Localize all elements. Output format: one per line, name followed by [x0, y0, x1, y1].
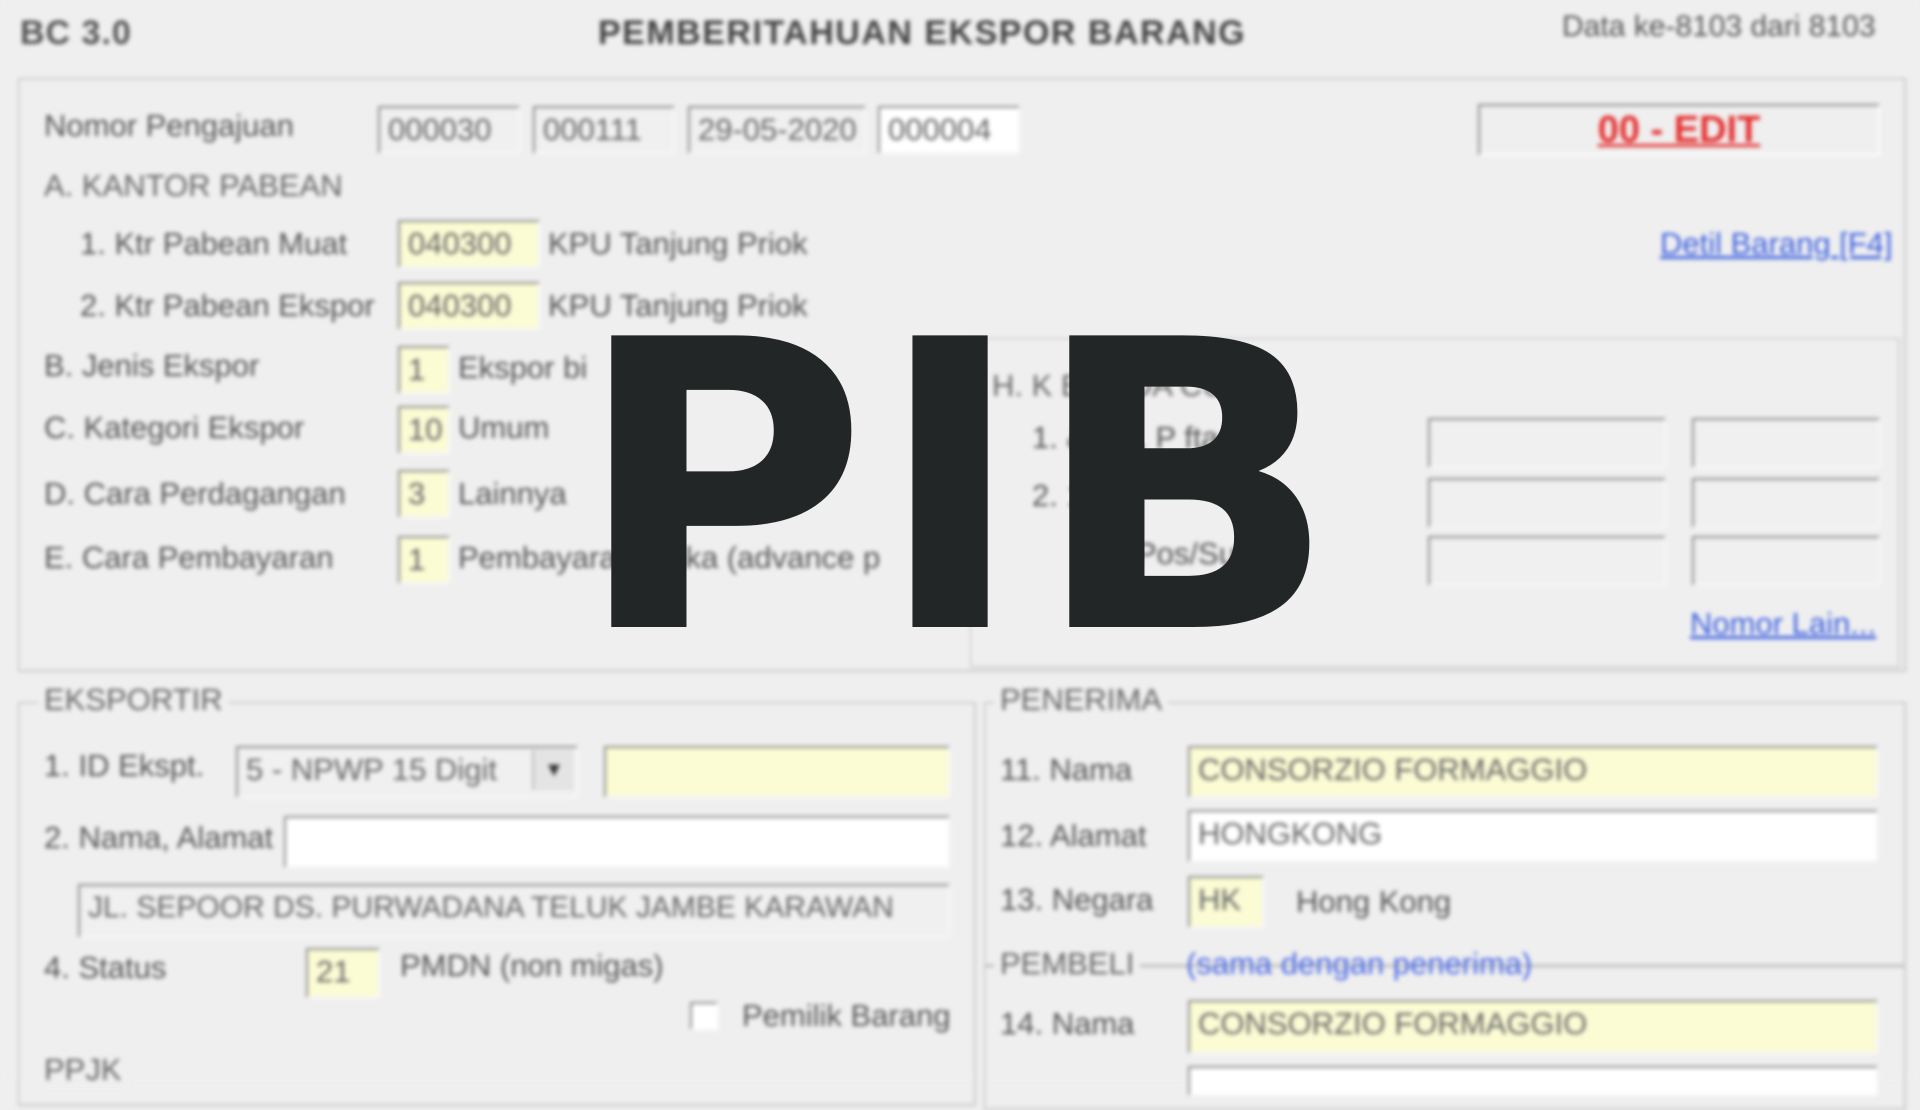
bea-cukai-tanggal-2[interactable] [1692, 478, 1880, 528]
detil-barang-link[interactable]: Detil Barang [F4] [1660, 226, 1893, 262]
bea-cukai-row3-label: Pos/Sub [1136, 536, 1254, 571]
kategori-ekspor-label: C. Kategori Ekspor [44, 410, 305, 445]
penerima-negara-label: 13. Negara [1000, 882, 1154, 917]
bea-cukai-nomor-1[interactable] [1428, 418, 1666, 468]
cara-pembayaran-input[interactable]: 1 [398, 536, 450, 584]
penerima-alamat-input[interactable]: HONGKONG [1188, 810, 1878, 862]
chevron-down-icon[interactable]: ▼ [532, 750, 574, 790]
kantor-pabean-section: A. KANTOR PABEAN [44, 168, 343, 203]
bea-cukai-tanggal-1[interactable] [1692, 418, 1880, 468]
kategori-ekspor-input[interactable]: 10 [398, 406, 450, 454]
edit-status-indicator: 00 - EDIT [1478, 104, 1880, 156]
penerima-negara-desc: Hong Kong [1296, 884, 1452, 919]
eksportir-nama-input[interactable] [284, 816, 950, 868]
eksportir-alamat-input[interactable]: JL. SEPOOR DS. PURWADANA TELUK JAMBE KAR… [78, 884, 950, 938]
eksportir-title: EKSPORTIR [38, 682, 229, 718]
ktr-pabean-muat-desc: KPU Tanjung Priok [548, 226, 808, 261]
nama-alamat-label: 2. Nama, Alamat [44, 820, 274, 855]
cara-perdagangan-label: D. Cara Perdagangan [44, 476, 346, 511]
bea-cukai-nomor-3[interactable] [1428, 536, 1666, 586]
pengajuan-field-1[interactable]: 000030 [378, 106, 520, 154]
cara-perdagangan-input[interactable]: 3 [398, 470, 450, 518]
form-title: PEMBERITAHUAN EKSPOR BARANG [598, 14, 1247, 52]
penerima-nama-input[interactable]: CONSORZIO FORMAGGIO [1188, 746, 1878, 798]
pemilik-barang-label: Pemilik Barang [742, 998, 951, 1033]
pembeli-nama-input[interactable]: CONSORZIO FORMAGGIO [1188, 1000, 1878, 1054]
ktr-pabean-ekspor-desc: KPU Tanjung Priok [548, 288, 808, 323]
pengajuan-field-4[interactable]: 000004 [878, 106, 1020, 154]
nomor-lain-link[interactable]: Nomor Lain... [1690, 606, 1876, 642]
status-desc: PMDN (non migas) [400, 948, 664, 983]
id-ekspt-label: 1. ID Ekspt. [44, 748, 205, 783]
id-ekspt-input[interactable] [604, 746, 950, 798]
ktr-pabean-muat-input[interactable]: 040300 [398, 220, 540, 268]
pengajuan-field-2[interactable]: 000111 [533, 106, 675, 154]
peb-form-window: BC 3.0 PEMBERITAHUAN EKSPOR BARANG Data … [0, 0, 1920, 1110]
cara-perdagangan-desc: Lainnya [458, 476, 567, 511]
record-counter: Data ke-8103 dari 8103 [1562, 10, 1876, 43]
pembeli-alamat-input[interactable] [1188, 1066, 1878, 1096]
bea-cukai-row2-label: 2. 1. [1032, 478, 1093, 513]
bea-cukai-row1-label: 1. & Tgl. P ftaran [1032, 420, 1264, 455]
sama-dengan-penerima-link[interactable]: (sama dengan penerima) [1186, 946, 1532, 982]
id-type-value: 5 - NPWP 15 Digit [246, 752, 497, 787]
pemilik-barang-checkbox[interactable] [690, 1002, 718, 1030]
jenis-ekspor-input[interactable]: 1 [398, 346, 450, 394]
ktr-pabean-muat-label: 1. Ktr Pabean Muat [80, 226, 348, 261]
penerima-title: PENERIMA [994, 682, 1168, 718]
ktr-pabean-ekspor-label: 2. Ktr Pabean Ekspor [80, 288, 375, 323]
pengajuan-date-field[interactable]: 29-05-2020 [688, 106, 866, 154]
kategori-ekspor-desc: Umum [458, 410, 550, 445]
ktr-pabean-ekspor-input[interactable]: 040300 [398, 282, 540, 330]
penerima-negara-input[interactable]: HK [1188, 876, 1264, 928]
bea-cukai-tanggal-3[interactable] [1692, 536, 1880, 586]
penerima-nama-label: 11. Nama [1000, 752, 1133, 787]
jenis-ekspor-label: B. Jenis Ekspor [44, 348, 260, 383]
id-type-select[interactable]: 5 - NPWP 15 Digit ▼ [236, 746, 578, 798]
status-label: 4. Status [44, 950, 167, 985]
app-version-label: BC 3.0 [20, 14, 132, 52]
jenis-ekspor-desc: Ekspor bi [458, 350, 588, 385]
bea-cukai-title: H. K BEA DA CUKAI [992, 368, 1275, 403]
ppjk-title: PPJK [38, 1052, 128, 1088]
nomor-pengajuan-label: Nomor Pengajuan [44, 108, 294, 143]
pembeli-title: PEMBELI [994, 946, 1141, 982]
status-input[interactable]: 21 [306, 948, 380, 998]
pembeli-nama-label: 14. Nama [1000, 1006, 1135, 1041]
penerima-alamat-label: 12. Alamat [1000, 818, 1147, 853]
cara-pembayaran-label: E. Cara Pembayaran [44, 540, 334, 575]
bea-cukai-nomor-2[interactable] [1428, 478, 1666, 528]
cara-pembayaran-desc: Pembayaran muka (advance p [458, 540, 881, 575]
